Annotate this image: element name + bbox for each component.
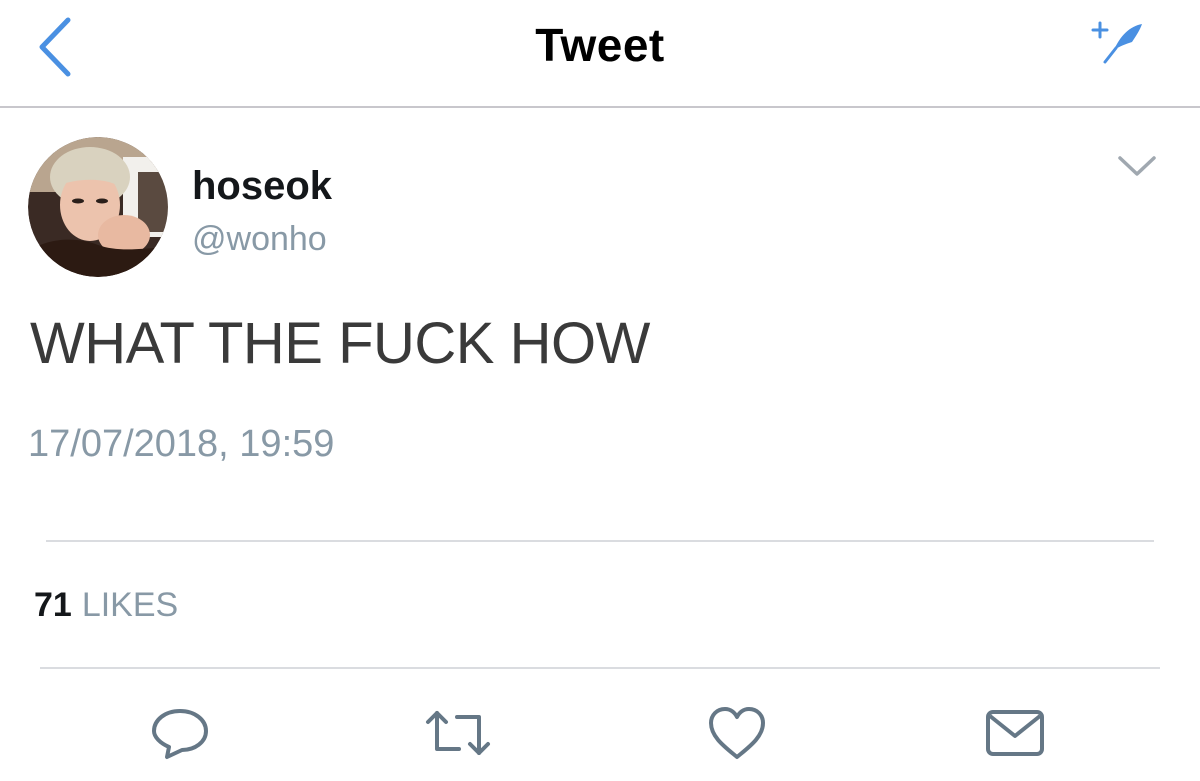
likes-label: LIKES bbox=[81, 586, 179, 624]
navigation-bar: Tweet bbox=[0, 0, 1200, 108]
tweet-menu-button[interactable] bbox=[1112, 146, 1162, 186]
user-avatar bbox=[28, 137, 168, 277]
likes-row[interactable]: 71 LIKES bbox=[34, 586, 178, 625]
author-display-name[interactable]: hoseok bbox=[192, 164, 332, 209]
tweet-timestamp: 17/07/2018, 19:59 bbox=[28, 423, 335, 465]
share-button[interactable] bbox=[980, 700, 1050, 766]
divider bbox=[40, 667, 1160, 669]
reply-icon bbox=[152, 709, 208, 759]
compose-tweet-button[interactable] bbox=[1090, 18, 1150, 68]
share-icon bbox=[986, 710, 1044, 756]
avatar[interactable] bbox=[28, 137, 168, 277]
reply-button[interactable] bbox=[145, 700, 215, 766]
retweet-button[interactable] bbox=[423, 700, 493, 766]
likes-count: 71 bbox=[34, 586, 72, 624]
like-icon bbox=[709, 707, 765, 759]
compose-tweet-icon bbox=[1091, 21, 1142, 64]
retweet-icon bbox=[426, 711, 490, 755]
tweet-text: WHAT THE FUCK HOW bbox=[30, 311, 650, 376]
divider bbox=[46, 540, 1154, 542]
like-button[interactable] bbox=[702, 700, 772, 766]
page-title: Tweet bbox=[535, 19, 665, 71]
chevron-down-icon bbox=[1118, 156, 1156, 176]
author-handle[interactable]: @wonho bbox=[192, 220, 327, 259]
